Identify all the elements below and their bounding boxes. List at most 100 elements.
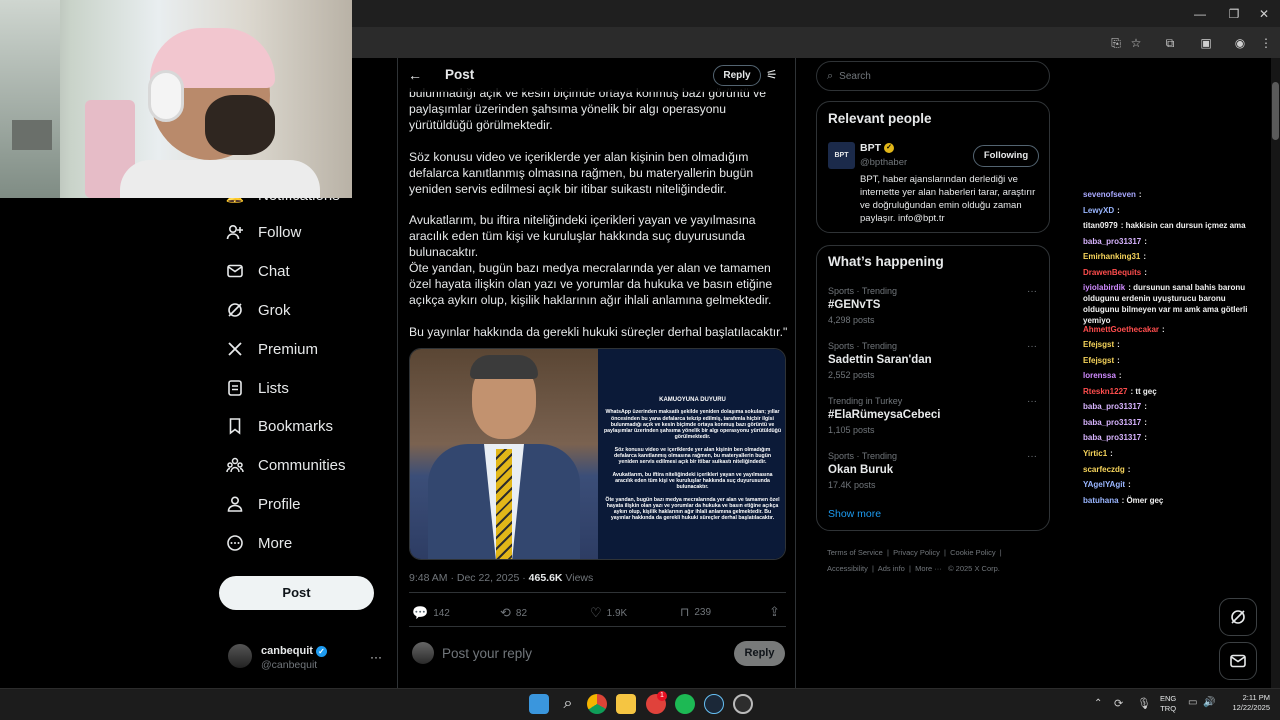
following-button[interactable]: Following: [973, 145, 1039, 167]
post-paragraph: Öte yandan, bugün bazı medya mecralarınd…: [409, 261, 773, 307]
reading-list-icon[interactable]: ▣: [1198, 35, 1214, 51]
chat-username[interactable]: AhmettGoethecakar: [1083, 325, 1159, 334]
post-button[interactable]: Post: [219, 576, 374, 610]
scrollbar-thumb[interactable]: [1272, 82, 1279, 140]
close-icon[interactable]: ✕: [1256, 6, 1272, 22]
chat-username[interactable]: lorenssa: [1083, 371, 1116, 380]
messages-float-button[interactable]: [1219, 642, 1257, 680]
bpt-avatar[interactable]: BPT: [828, 142, 855, 169]
file-explorer-icon[interactable]: [616, 694, 636, 714]
tray-chevron-icon[interactable]: ⌃: [1094, 698, 1102, 709]
chat-text: :: [1143, 252, 1147, 261]
start-icon[interactable]: [529, 694, 549, 714]
volume-icon[interactable]: 🔊: [1203, 697, 1215, 708]
like-button[interactable]: ♡ 1.9K: [590, 605, 627, 621]
display-icon[interactable]: ▭: [1188, 697, 1197, 708]
back-arrow-icon[interactable]: ←: [408, 67, 422, 83]
footer-link[interactable]: More ···: [915, 564, 942, 573]
person-name-row[interactable]: BPT ✓: [860, 142, 894, 154]
chat-username[interactable]: YAgelYAgit: [1083, 480, 1125, 489]
trend-more-icon[interactable]: ···: [1027, 286, 1037, 297]
footer-link[interactable]: Ads info: [878, 564, 905, 573]
tray-network-sync-icon[interactable]: ⟳: [1114, 697, 1123, 710]
scrollbar-track[interactable]: [1271, 58, 1280, 688]
account-handle: @canbequit: [261, 659, 318, 671]
trend-item[interactable]: Trending in Turkey #ElaRümeysaCebeci 1,1…: [828, 396, 941, 435]
profile-avatar-icon[interactable]: ◉: [1232, 35, 1248, 51]
reply-count-button[interactable]: 💬 142: [412, 605, 450, 621]
chat-username[interactable]: DrawenBequits: [1083, 268, 1141, 277]
steam-icon[interactable]: [704, 694, 724, 714]
footer-link[interactable]: Privacy Policy: [893, 548, 940, 557]
nav-lists[interactable]: Lists: [226, 373, 289, 403]
nav-premium[interactable]: Premium: [226, 334, 318, 364]
footer-link[interactable]: Terms of Service: [827, 548, 883, 557]
chat-username[interactable]: baba_pro31317: [1083, 402, 1141, 411]
nav-label: Premium: [258, 340, 319, 358]
nav-more[interactable]: More: [226, 528, 292, 558]
trend-item[interactable]: Sports · Trending Sadettin Saran'dan 2,5…: [828, 341, 932, 380]
reply-avatar: [412, 642, 434, 664]
chrome-icon[interactable]: [587, 694, 607, 714]
footer-link[interactable]: Accessibility: [827, 564, 868, 573]
share-icon[interactable]: ⇪: [769, 604, 780, 620]
nav-communities[interactable]: Communities: [226, 450, 346, 480]
trend-more-icon[interactable]: ···: [1027, 396, 1037, 407]
obs-icon[interactable]: [733, 694, 753, 714]
search-box[interactable]: ⌕ Search: [816, 61, 1050, 91]
language-indicator[interactable]: ENG TRQ: [1160, 694, 1176, 714]
trend-category: Sports · Trending: [828, 451, 898, 461]
chat-username[interactable]: scarfeczdg: [1083, 465, 1125, 474]
views-label: Views: [562, 572, 594, 584]
nav-bookmarks[interactable]: Bookmarks: [226, 411, 333, 441]
chat-username[interactable]: batuhana: [1083, 496, 1119, 505]
bookmark-star-icon[interactable]: ☆: [1128, 35, 1144, 51]
spotify-icon[interactable]: [675, 694, 695, 714]
filter-sliders-icon[interactable]: ⚟: [766, 67, 778, 83]
trend-more-icon[interactable]: ···: [1027, 341, 1037, 352]
chat-username[interactable]: iyiolabirdik: [1083, 283, 1125, 292]
chat-username[interactable]: baba_pro31317: [1083, 237, 1141, 246]
account-avatar[interactable]: [228, 644, 252, 668]
nav-grok[interactable]: Grok: [226, 295, 291, 325]
chat-username[interactable]: baba_pro31317: [1083, 433, 1141, 442]
trend-more-icon[interactable]: ···: [1027, 451, 1037, 462]
chat-username[interactable]: LewyXD: [1083, 206, 1114, 215]
search-taskbar-icon[interactable]: ⌕: [558, 694, 578, 714]
extensions-icon[interactable]: ⧉: [1162, 35, 1178, 51]
chat-username[interactable]: titan0979: [1083, 221, 1118, 230]
chat-username[interactable]: baba_pro31317: [1083, 418, 1141, 427]
reply-input[interactable]: Post your reply: [442, 646, 532, 661]
chat-username[interactable]: Yirtic1: [1083, 449, 1107, 458]
post-column: bulunmadığı açık ve kesin biçimde ortaya…: [397, 58, 796, 688]
restore-icon[interactable]: ❐: [1226, 6, 1242, 22]
show-more-link[interactable]: Show more: [828, 508, 881, 520]
region: TRQ: [1160, 704, 1177, 713]
clock[interactable]: 2:11 PM 12/22/2025: [1224, 693, 1270, 713]
header-reply-button[interactable]: Reply: [713, 65, 761, 86]
post-image[interactable]: KAMUOYUNA DUYURU WhatsApp üzerinden maks…: [409, 348, 786, 560]
minimize-icon[interactable]: —: [1192, 6, 1208, 22]
trend-item[interactable]: Sports · Trending #GENvTS 4,298 posts: [828, 286, 897, 325]
chat-username[interactable]: Efejsgst: [1083, 356, 1114, 365]
chat-username[interactable]: Efejsgst: [1083, 340, 1114, 349]
nav-chat[interactable]: Chat: [226, 256, 290, 286]
reply-submit-button[interactable]: Reply: [734, 641, 785, 666]
account-menu-icon[interactable]: ···: [370, 650, 382, 664]
microphone-icon[interactable]: 🎙: [1137, 697, 1151, 710]
repost-button[interactable]: ⟲ 82: [500, 605, 527, 621]
kebab-menu-icon[interactable]: ⋮: [1258, 35, 1274, 51]
cast-icon[interactable]: ⎘: [1108, 35, 1124, 51]
nav-follow[interactable]: Follow: [226, 217, 301, 247]
chat-username[interactable]: sevenofseven: [1083, 190, 1136, 199]
chat-username[interactable]: Rteskn1227: [1083, 387, 1127, 396]
account-name-row[interactable]: canbequit ✓: [261, 645, 327, 657]
grok-float-button[interactable]: [1219, 598, 1257, 636]
search-input[interactable]: Search: [839, 71, 871, 82]
nav-profile[interactable]: Profile: [226, 489, 301, 519]
trend-item[interactable]: Sports · Trending Okan Buruk 17.4K posts: [828, 451, 897, 490]
bookmark-button[interactable]: ⊓ 239: [680, 605, 711, 619]
chat-username[interactable]: Emirhanking31: [1083, 252, 1140, 261]
footer-link[interactable]: Cookie Policy: [950, 548, 995, 557]
chat-text: :: [1144, 268, 1147, 277]
